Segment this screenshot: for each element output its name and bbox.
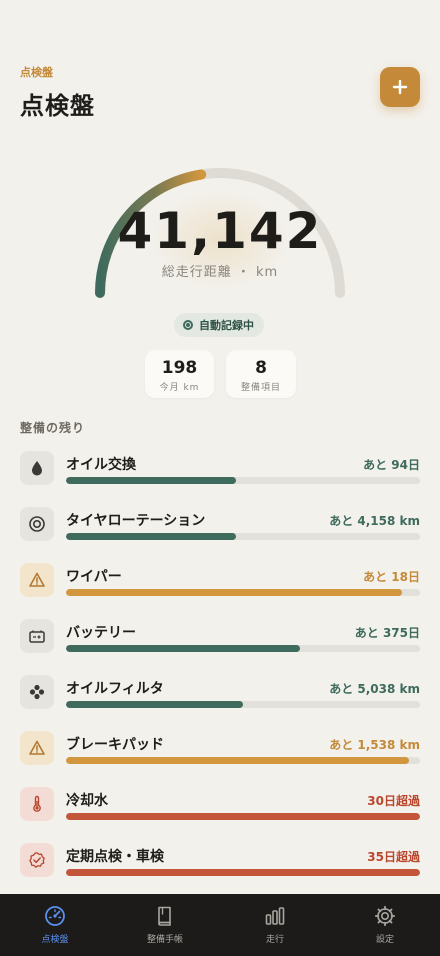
tab-bar: 点検盤 整備手帳 走行 設定 [0, 894, 440, 956]
tab-drives[interactable]: 走行 [220, 894, 330, 956]
tire-icon [29, 516, 45, 532]
stat-value: 198 [161, 358, 198, 378]
item-remaining: 35日超過 [367, 850, 420, 864]
progress-fill [66, 757, 410, 764]
item-remaining: あと 94日 [363, 458, 420, 472]
icon-box [20, 619, 54, 653]
maintenance-item-oil-filter[interactable]: オイルフィルタ あと 5,038 km [20, 674, 420, 730]
bar-chart-icon [265, 907, 285, 925]
icon-box [20, 675, 54, 709]
item-remaining: あと 5,038 km [329, 682, 420, 696]
drop-icon [32, 461, 42, 476]
item-remaining: 30日超過 [367, 794, 420, 808]
maintenance-item-battery[interactable]: バッテリー あと 375日 [20, 618, 420, 674]
progress-fill [66, 701, 243, 708]
maintenance-item-inspection[interactable]: 定期点検・車検 35日超過 [20, 842, 420, 898]
stat-card-month-km: 198 今月 km [145, 350, 214, 398]
maintenance-item-oil[interactable]: オイル交換 あと 94日 [20, 450, 420, 506]
progress-fill [66, 645, 300, 652]
tab-dashboard[interactable]: 点検盤 [0, 894, 110, 956]
progress-fill [66, 589, 403, 596]
progress-track [66, 757, 420, 764]
stat-card-items: 8 整備項目 [226, 350, 296, 398]
odometer-gauge: 41,142 総走行距離 ・ km [0, 150, 440, 310]
item-remaining: あと 18日 [363, 570, 420, 584]
section-title: 整備の残り [20, 421, 86, 435]
icon-box [20, 731, 54, 765]
progress-fill [66, 813, 420, 820]
progress-track [66, 533, 420, 540]
odometer-caption: 総走行距離 ・ km [161, 265, 279, 280]
gear-icon [374, 905, 396, 927]
gauge-icon [45, 906, 65, 926]
progress-fill [66, 477, 236, 484]
progress-track [66, 701, 420, 708]
maintenance-item-tire[interactable]: タイヤローテーション あと 4,158 km [20, 506, 420, 562]
page-header: 点検盤 点検盤 [20, 64, 95, 121]
book-icon [158, 906, 171, 926]
progress-fill [66, 533, 236, 540]
progress-track [66, 869, 420, 876]
icon-box [20, 787, 54, 821]
progress-track [66, 813, 420, 820]
auto-record-label: 自動記録中 [199, 319, 254, 332]
maintenance-item-coolant[interactable]: 冷却水 30日超過 [20, 786, 420, 842]
stat-label: 整備項目 [240, 383, 281, 393]
icon-box [20, 843, 54, 877]
badge-check-icon [29, 852, 45, 868]
progress-track [66, 645, 420, 652]
tab-label: 走行 [265, 935, 284, 945]
item-name: オイル交換 [66, 457, 136, 473]
maintenance-item-brake-pad[interactable]: ブレーキパッド あと 1,538 km [20, 730, 420, 786]
item-remaining: あと 1,538 km [329, 738, 420, 752]
tab-label: 点検盤 [41, 935, 69, 945]
battery-icon [29, 630, 45, 643]
page-title: 点検盤 [20, 92, 95, 120]
icon-box [20, 451, 54, 485]
maintenance-list: オイル交換 あと 94日 タイヤローテーション あと 4,158 km ワイパー… [20, 450, 420, 898]
progress-track [66, 589, 420, 596]
item-name: 定期点検・車検 [66, 849, 164, 865]
maintenance-item-wiper[interactable]: ワイパー あと 18日 [20, 562, 420, 618]
plus-icon [392, 79, 408, 95]
auto-record-badge: 自動記録中 [174, 313, 264, 337]
stat-label: 今月 km [159, 383, 200, 393]
record-dot-icon [183, 320, 193, 330]
item-remaining: あと 375日 [354, 626, 420, 640]
item-name: オイルフィルタ [66, 681, 164, 697]
header-eyebrow: 点検盤 [20, 66, 53, 79]
warning-icon [29, 740, 45, 755]
item-name: タイヤローテーション [66, 513, 206, 529]
tab-logbook[interactable]: 整備手帳 [110, 894, 220, 956]
item-name: 冷却水 [66, 793, 108, 809]
item-name: ワイパー [66, 569, 122, 585]
item-remaining: あと 4,158 km [329, 514, 420, 528]
odometer-value: 41,142 [117, 202, 323, 260]
progress-track [66, 477, 420, 484]
tab-settings[interactable]: 設定 [330, 894, 440, 956]
warning-icon [29, 572, 45, 587]
item-name: バッテリー [66, 625, 136, 641]
icon-box [20, 507, 54, 541]
icon-box [20, 563, 54, 597]
stat-value: 8 [255, 358, 267, 378]
filter-icon [29, 684, 45, 700]
thermometer-icon [33, 795, 41, 812]
item-name: ブレーキパッド [66, 737, 164, 753]
tab-label: 整備手帳 [146, 935, 183, 945]
progress-fill [66, 869, 420, 876]
add-button[interactable] [380, 67, 420, 107]
tab-label: 設定 [375, 935, 394, 945]
